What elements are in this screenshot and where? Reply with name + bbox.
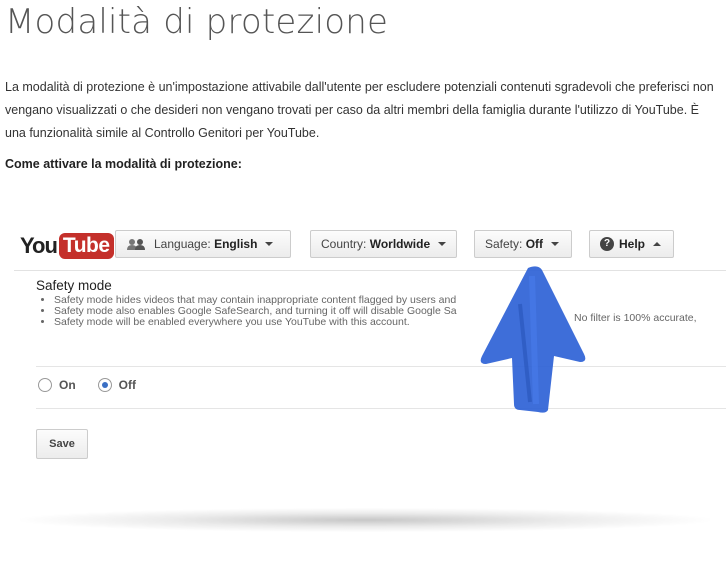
logo-tube-text: Tube — [58, 233, 114, 259]
option-off-label: Off — [118, 378, 136, 392]
obscured-fragment: No filter is 100% accurate, — [574, 312, 697, 324]
divider — [36, 366, 726, 367]
safety-dropdown[interactable]: Safety: Off — [474, 230, 572, 258]
help-label: Help — [619, 237, 646, 251]
youtube-topbar: You Tube Language: English Country: Worl… — [14, 220, 726, 271]
radio-off[interactable] — [97, 378, 112, 392]
caret-down-icon — [265, 242, 274, 246]
country-value: Worldwide — [369, 237, 431, 251]
country-label: Country: — [321, 237, 367, 251]
shadow-divider — [20, 508, 710, 532]
help-icon: ? — [600, 237, 614, 251]
country-dropdown[interactable]: Country: Worldwide — [310, 230, 457, 258]
page-title: Modalità di protezione — [5, 2, 389, 42]
save-button[interactable]: Save — [36, 429, 88, 459]
language-label: Language: — [154, 237, 211, 251]
language-dropdown[interactable]: Language: English — [115, 230, 291, 258]
safety-label: Safety: — [485, 237, 523, 251]
help-dropdown[interactable]: ? Help — [589, 230, 674, 258]
radio-on[interactable] — [38, 378, 52, 392]
arrow-up-icon — [476, 264, 591, 419]
divider — [36, 408, 726, 409]
option-on-label: On — [59, 378, 76, 392]
caret-down-icon — [551, 242, 560, 246]
safety-mode-title: Safety mode — [36, 278, 112, 293]
caret-up-icon — [653, 242, 662, 246]
people-icon — [126, 238, 146, 250]
intro-paragraph: La modalità di protezione è un'impostazi… — [5, 80, 714, 140]
safety-value: Off — [525, 237, 544, 251]
howto-heading: Come attivare la modalità di protezione: — [5, 157, 242, 171]
youtube-settings-screenshot: You Tube Language: English Country: Worl… — [14, 220, 726, 472]
youtube-logo: You Tube — [20, 232, 114, 260]
safety-options: On Off — [38, 378, 136, 392]
logo-you-text: You — [20, 233, 58, 258]
language-value: English — [214, 237, 258, 251]
caret-down-icon — [438, 242, 447, 246]
